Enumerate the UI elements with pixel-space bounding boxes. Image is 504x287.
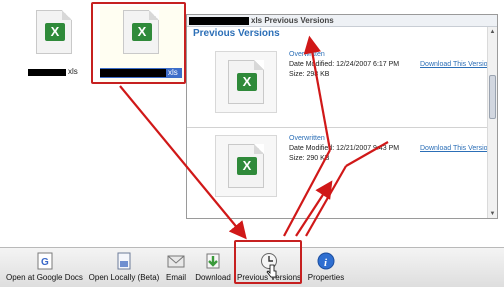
email-icon (167, 252, 185, 270)
excel-file-icon: X (36, 10, 72, 54)
panel-header: xls Previous Versions (187, 15, 497, 27)
selected-file-highlight (91, 2, 186, 84)
tool-label: Open Locally (Beta) (88, 273, 160, 282)
version-size: Size: 298 KB (289, 71, 330, 78)
excel-x-icon: X (45, 23, 65, 41)
excel-file-icon: X (228, 60, 264, 104)
version-row: X Overwritten Date Modified: 12/21/2007 … (207, 129, 491, 209)
version-status: Overwritten (289, 135, 325, 142)
previous-versions-panel: xls Previous Versions Previous Versions … (186, 14, 498, 219)
version-status: Overwritten (289, 51, 325, 58)
excel-file-icon: X (228, 144, 264, 188)
tool-label: Properties (307, 273, 345, 282)
scroll-down-icon[interactable]: ▼ (489, 210, 496, 218)
redacted-title-name (189, 17, 249, 25)
open-at-google-docs-button[interactable]: G Open at Google Docs (6, 248, 83, 287)
file-item-1[interactable]: X xls (28, 8, 86, 82)
tool-label: Open at Google Docs (6, 273, 83, 282)
panel-subtitle: Previous Versions (193, 28, 280, 39)
excel-x-icon: X (237, 73, 257, 91)
tool-label: Download (195, 273, 231, 282)
version-thumbnail[interactable]: X (215, 51, 277, 113)
download-version-link[interactable]: Download This Version (420, 145, 491, 152)
tool-label: Email (165, 273, 186, 282)
excel-x-icon: X (237, 157, 257, 175)
scrollbar-thumb[interactable] (489, 75, 496, 119)
panel-scrollbar[interactable]: ▲ ▼ (487, 27, 497, 218)
svg-text:G: G (41, 257, 49, 268)
scroll-up-icon[interactable]: ▲ (489, 28, 496, 36)
document-icon (115, 252, 133, 270)
info-icon: i (317, 252, 335, 270)
version-row: X Overwritten Date Modified: 12/24/2007 … (207, 45, 491, 125)
file-extension-label: xls (68, 67, 78, 76)
row-divider (187, 127, 497, 128)
download-icon (204, 252, 222, 270)
mouse-cursor-icon (266, 264, 278, 280)
download-button[interactable]: Download (194, 248, 232, 287)
redacted-filename (28, 69, 66, 76)
panel-title: xls Previous Versions (251, 16, 334, 25)
google-docs-icon: G (36, 252, 54, 270)
open-locally-button[interactable]: Open Locally (Beta) (88, 248, 160, 287)
properties-button[interactable]: i Properties (304, 248, 348, 287)
download-version-link[interactable]: Download This Version (420, 61, 491, 68)
version-size: Size: 290 KB (289, 155, 330, 162)
version-date: Date Modified: 12/21/2007 9:43 PM (289, 145, 400, 152)
version-thumbnail[interactable]: X (215, 135, 277, 197)
version-date: Date Modified: 12/24/2007 6:17 PM (289, 61, 400, 68)
email-button[interactable]: Email (162, 248, 190, 287)
